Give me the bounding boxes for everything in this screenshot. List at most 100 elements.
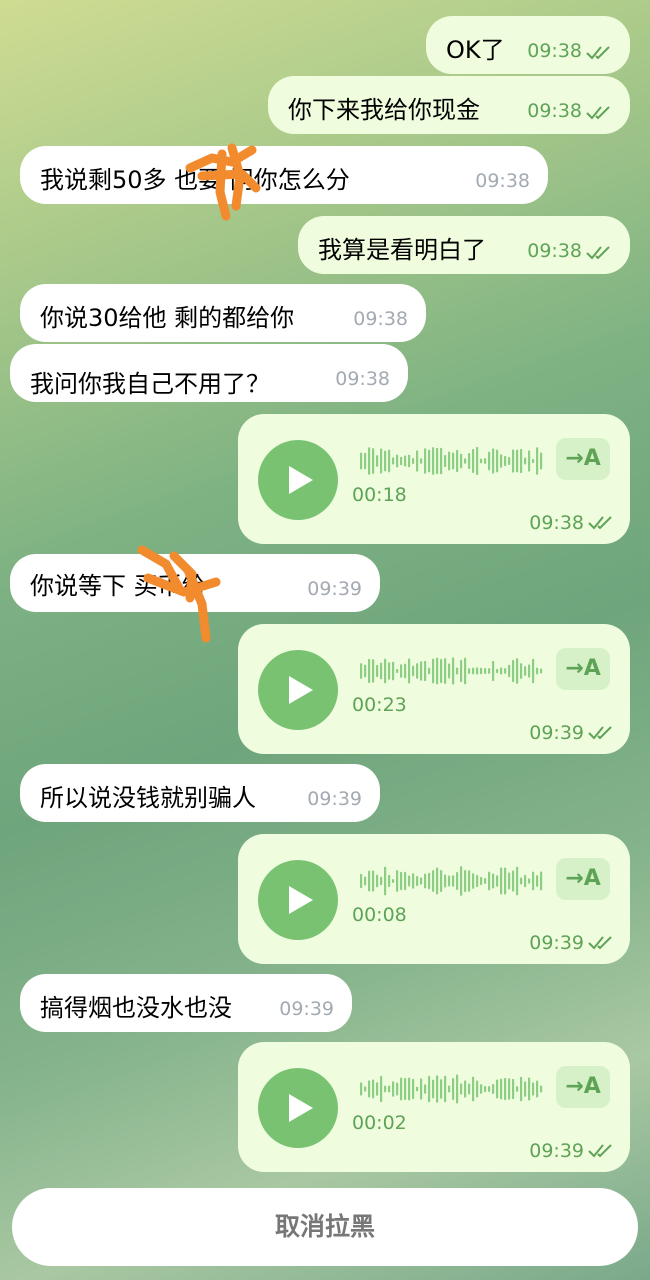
waveform-bar: [404, 663, 407, 679]
read-checks-icon: [588, 936, 612, 950]
waveform-bar: [432, 870, 435, 892]
outgoing-message-bubble[interactable]: 你下来我给你现金 09:38: [268, 76, 630, 134]
waveform-bar: [444, 1075, 447, 1103]
waveform-bar: [412, 458, 415, 464]
waveform-bar: [508, 872, 511, 890]
waveform-bar: [400, 456, 403, 466]
transcribe-button[interactable]: →A: [556, 438, 610, 480]
unblock-button[interactable]: 取消拉黑: [12, 1188, 638, 1266]
voice-waveform[interactable]: [358, 864, 548, 898]
waveform-bar: [500, 667, 503, 675]
waveform-bar: [488, 668, 491, 674]
waveform-bar: [396, 668, 399, 674]
read-checks-icon: [586, 246, 610, 260]
voice-message-bubble[interactable]: →A 00:02 09:39: [238, 1042, 630, 1172]
waveform-bar: [496, 668, 499, 674]
incoming-message-bubble[interactable]: 搞得烟也没水也没 09:39: [20, 974, 352, 1032]
waveform-bar: [392, 457, 395, 465]
message-text: 所以说没钱就别骗人: [40, 784, 256, 812]
waveform-bar: [420, 1078, 423, 1100]
incoming-message-bubble[interactable]: 你说30给他 剩的都给你 09:38: [20, 284, 426, 342]
waveform-bar: [524, 666, 527, 676]
read-checks-icon: [586, 46, 610, 60]
waveform-bar: [468, 668, 471, 674]
incoming-message-bubble[interactable]: 我说剩50多 也要 问你怎么分 09:38: [20, 146, 548, 204]
waveform-bar: [472, 667, 475, 675]
transcribe-button[interactable]: →A: [556, 1066, 610, 1108]
play-button[interactable]: [258, 1068, 338, 1148]
message-text: 我算是看明白了: [318, 236, 486, 264]
waveform-bar: [376, 874, 379, 888]
outgoing-message-bubble[interactable]: 我算是看明白了 09:38: [298, 216, 630, 274]
waveform-bar: [420, 661, 423, 681]
waveform-bar: [424, 448, 427, 474]
voice-message-bubble[interactable]: →A 00:08 09:39: [238, 834, 630, 964]
message-text: 你说30给他 剩的都给你: [40, 304, 295, 332]
waveform-bar: [364, 1086, 367, 1092]
waveform-bar: [440, 447, 443, 475]
waveform-bar: [360, 1082, 363, 1096]
voice-waveform[interactable]: [358, 1072, 548, 1106]
voice-message-bubble[interactable]: →A 00:23 09:39: [238, 624, 630, 754]
waveform-bar: [464, 657, 467, 685]
waveform-bar: [360, 452, 363, 470]
waveform-bar: [396, 454, 399, 468]
waveform-bar: [536, 447, 539, 475]
waveform-bar: [516, 866, 519, 896]
waveform-bar: [364, 876, 367, 886]
waveform-bar: [388, 874, 391, 888]
waveform-bar: [444, 658, 447, 684]
waveform-bar: [396, 870, 399, 892]
voice-waveform[interactable]: [358, 654, 548, 688]
waveform-bar: [524, 457, 527, 465]
incoming-message-bubble[interactable]: 所以说没钱就别骗人 09:39: [20, 764, 380, 822]
waveform-bar: [520, 877, 523, 885]
waveform-bar: [488, 1086, 491, 1092]
waveform-bar: [484, 458, 487, 464]
waveform-bar: [512, 1078, 515, 1100]
waveform-bar: [504, 867, 507, 895]
message-text: 搞得烟也没水也没: [40, 994, 232, 1022]
waveform-bar: [440, 1079, 443, 1099]
waveform-bar: [512, 449, 515, 473]
waveform-bar: [432, 1079, 435, 1099]
waveform-bar: [528, 878, 531, 884]
outgoing-message-bubble[interactable]: OK了 09:38: [426, 16, 630, 74]
waveform-bar: [396, 1082, 399, 1096]
waveform-bar: [492, 660, 495, 682]
waveform-bar: [384, 658, 387, 684]
transcribe-button[interactable]: →A: [556, 648, 610, 690]
play-button[interactable]: [258, 650, 338, 730]
voice-waveform[interactable]: [358, 444, 548, 478]
waveform-bar: [428, 449, 431, 473]
waveform-bar: [384, 1085, 387, 1093]
waveform-bar: [416, 875, 419, 887]
incoming-message-bubble[interactable]: 我问你我自己不用了？ 09:38: [10, 344, 408, 402]
message-time: 09:38: [527, 100, 582, 122]
chat-area[interactable]: OK了 09:38 你下来我给你现金 09:38 我说剩50多 也要 问你怎么分 09:3…: [0, 0, 650, 1280]
waveform-bar: [492, 1084, 495, 1094]
waveform-bar: [368, 1080, 371, 1098]
waveform-bar: [400, 1077, 403, 1101]
waveform-bar: [532, 458, 535, 464]
read-checks-icon: [588, 516, 612, 530]
waveform-bar: [536, 1080, 539, 1098]
waveform-bar: [372, 659, 375, 683]
play-button[interactable]: [258, 440, 338, 520]
waveform-bar: [500, 867, 503, 895]
waveform-bar: [536, 667, 539, 675]
waveform-bar: [456, 667, 459, 675]
waveform-bar: [388, 449, 391, 473]
waveform-bar: [516, 449, 519, 473]
waveform-bar: [420, 458, 423, 464]
waveform-bar: [408, 1077, 411, 1101]
waveform-bar: [496, 1079, 499, 1099]
waveform-bar: [392, 661, 395, 681]
transcribe-button[interactable]: →A: [556, 858, 610, 900]
waveform-bar: [520, 1076, 523, 1102]
voice-message-bubble[interactable]: →A 00:18 09:38: [238, 414, 630, 544]
waveform-bar: [364, 452, 367, 470]
play-button[interactable]: [258, 860, 338, 940]
waveform-bar: [424, 873, 427, 889]
message-time: 09:38: [527, 40, 582, 62]
